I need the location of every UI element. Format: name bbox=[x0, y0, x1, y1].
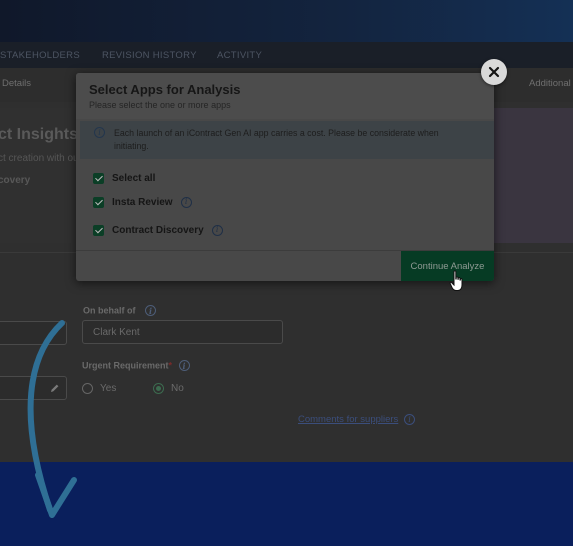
info-icon[interactable]: i bbox=[211, 224, 223, 236]
modal-subtitle: Please select the one or more apps bbox=[89, 100, 231, 110]
cost-notice: i Each launch of an iContract Gen AI app… bbox=[80, 121, 494, 159]
info-icon[interactable]: i bbox=[145, 305, 157, 316]
curved-arrow-icon bbox=[27, 320, 77, 518]
option-label: Select all bbox=[112, 172, 156, 184]
insta-review-checkbox[interactable] bbox=[93, 196, 104, 208]
hand-cursor-icon bbox=[449, 270, 463, 291]
tab-revision-history[interactable]: REVISION HISTORY bbox=[102, 50, 197, 61]
option-select-all[interactable]: Select all bbox=[93, 171, 155, 185]
required-mark: * bbox=[168, 360, 173, 371]
on-behalf-input[interactable]: Clark Kent bbox=[82, 320, 283, 344]
option-label: Contract Discovery bbox=[112, 224, 204, 236]
info-icon[interactable]: i bbox=[180, 196, 192, 208]
option-label: Insta Review bbox=[112, 196, 173, 208]
hero-subtitle: ct creation with ou bbox=[0, 153, 79, 164]
select-all-checkbox[interactable] bbox=[93, 172, 104, 184]
option-contract-discovery[interactable]: Contract Discovery i bbox=[93, 223, 223, 237]
info-icon[interactable]: i bbox=[404, 414, 415, 425]
urgent-no-label: No bbox=[171, 383, 184, 394]
urgent-no-radio[interactable] bbox=[153, 383, 164, 394]
info-icon[interactable]: i bbox=[178, 360, 190, 371]
tab-activity[interactable]: ACTIVITY bbox=[217, 50, 262, 61]
select-apps-modal: Select Apps for Analysis Please select t… bbox=[76, 73, 494, 281]
continue-analyze-button[interactable]: Continue Analyze bbox=[401, 251, 494, 281]
contract-discovery-checkbox[interactable] bbox=[93, 224, 104, 236]
close-modal-button[interactable] bbox=[481, 59, 507, 85]
info-icon: i bbox=[94, 127, 105, 138]
sub-tab-additional[interactable]: Additional bbox=[529, 78, 571, 89]
top-banner bbox=[0, 0, 573, 42]
hero-illustration bbox=[493, 108, 573, 243]
hero-item: covery bbox=[0, 175, 31, 186]
comments-for-suppliers-link[interactable]: Comments for suppliers bbox=[298, 414, 398, 425]
modal-header: Select Apps for Analysis Please select t… bbox=[76, 73, 494, 119]
option-insta-review[interactable]: Insta Review i bbox=[93, 195, 192, 209]
cost-notice-text: Each launch of an iContract Gen AI app c… bbox=[114, 128, 439, 151]
sub-tab-details[interactable]: Details bbox=[2, 78, 31, 89]
modal-title: Select Apps for Analysis bbox=[89, 82, 241, 97]
on-behalf-label-text: On behalf of bbox=[83, 305, 136, 316]
close-icon bbox=[488, 66, 500, 78]
tab-stakeholders[interactable]: STAKEHOLDERS bbox=[0, 50, 80, 61]
